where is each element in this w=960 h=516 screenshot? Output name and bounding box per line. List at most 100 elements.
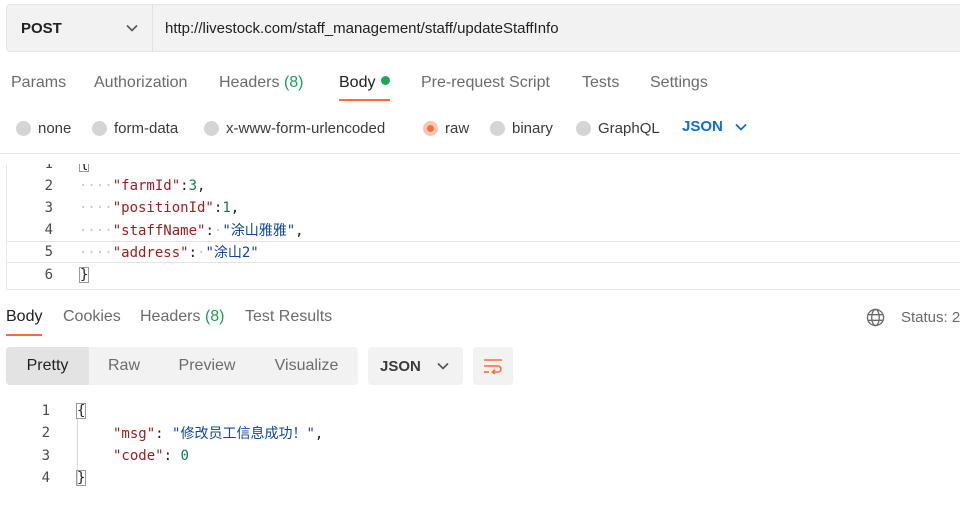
tab-pre-request-script[interactable]: Pre-request Script [421, 74, 550, 92]
tab-label: Params [11, 74, 67, 91]
line-number: 3 [44, 200, 53, 216]
code-text: "code": 0 [113, 448, 189, 464]
code-text: ····"farmId":3, [79, 178, 206, 194]
response-body-viewer[interactable]: 1 { 2 "msg": "修改员工信息成功！", 3 "code": 0 4 … [0, 398, 960, 516]
json-value: "涂山2" [205, 245, 259, 261]
tab-tests[interactable]: Tests [582, 74, 619, 92]
line-number: 5 [44, 244, 53, 260]
json-value: 3 [188, 178, 198, 194]
code-text: { [79, 164, 90, 172]
tab-label: Pre-request Script [421, 74, 550, 91]
body-type-radios: none form-data x-www-form-urlencoded raw… [0, 116, 960, 142]
radio-label: form-data [114, 120, 179, 137]
response-language-select[interactable]: JSON [368, 347, 463, 385]
resp-tab-test-results[interactable]: Test Results [245, 308, 332, 326]
line-number: 1 [41, 403, 50, 419]
tab-label: Authorization [94, 74, 188, 91]
radio-circle [204, 121, 219, 136]
radio-x-www-form-urlencoded[interactable]: x-www-form-urlencoded [204, 120, 385, 137]
radio-label: GraphQL [598, 120, 660, 137]
url-input[interactable]: http://livestock.com/staff_management/st… [153, 20, 559, 37]
radio-circle-selected [423, 121, 438, 136]
method-select[interactable]: POST [7, 5, 153, 51]
line-number: 2 [44, 178, 53, 194]
response-tabs: Body Cookies Headers (8) Test Results St… [0, 300, 960, 340]
code-text: { [76, 403, 87, 419]
chevron-down-icon [126, 24, 138, 32]
body-language-select[interactable]: JSON [682, 118, 747, 135]
tab-label: Body [6, 308, 43, 325]
open-brace: { [76, 403, 87, 419]
view-preview-button[interactable]: Preview [159, 347, 255, 385]
request-body-editor[interactable]: 1 { 2 ····"farmId":3, 3 ····"positionId"… [6, 164, 960, 290]
tab-label: Cookies [63, 308, 121, 325]
close-brace: } [79, 267, 90, 283]
tab-label: Test Results [245, 308, 333, 325]
json-key: "positionId" [112, 200, 214, 216]
code-line: 1 { [7, 164, 960, 175]
line-number: 4 [41, 470, 50, 486]
radio-circle [490, 121, 505, 136]
status-text: Status: 2 [901, 309, 960, 326]
radio-circle [16, 121, 31, 136]
view-pretty-button[interactable]: Pretty [6, 347, 89, 385]
code-text: ····"positionId":1, [79, 200, 240, 216]
code-text: ····"address":·"涂山2" [79, 245, 259, 261]
headers-count: (8) [204, 308, 225, 325]
tab-body[interactable]: Body [339, 74, 391, 101]
radio-circle [576, 121, 591, 136]
radio-label: x-www-form-urlencoded [226, 120, 386, 137]
tab-label: Settings [650, 74, 708, 91]
radio-graphql[interactable]: GraphQL [576, 120, 660, 137]
body-indicator-dot [381, 76, 391, 85]
radio-binary[interactable]: binary [490, 120, 553, 137]
tab-authorization[interactable]: Authorization [94, 74, 187, 92]
line-number: 1 [44, 164, 53, 172]
radio-none[interactable]: none [16, 120, 71, 137]
radio-label: binary [512, 120, 553, 137]
view-raw-button[interactable]: Raw [89, 347, 159, 385]
json-key: "farmId" [112, 178, 181, 194]
resp-tab-body[interactable]: Body [6, 308, 43, 336]
tab-label: Headers [219, 74, 280, 91]
line-number: 2 [41, 425, 50, 441]
response-status: Status: 2 [866, 308, 960, 327]
resp-tab-headers[interactable]: Headers (8) [140, 308, 225, 326]
json-key: "msg" [113, 426, 156, 442]
view-visualize-button[interactable]: Visualize [255, 347, 358, 385]
tab-label: Headers [140, 308, 201, 325]
tab-headers[interactable]: Headers (8) [219, 74, 304, 92]
wrap-lines-icon [484, 359, 502, 374]
json-value: 1 [222, 200, 231, 216]
code-line: 1 { [0, 400, 960, 422]
code-line: 3 "code": 0 [0, 445, 960, 467]
radio-label: raw [445, 120, 470, 137]
json-key: "address" [112, 245, 189, 261]
request-bar: POST http://livestock.com/staff_manageme… [6, 4, 960, 52]
json-value: "修改员工信息成功！" [172, 426, 315, 442]
radio-raw[interactable]: raw [423, 120, 469, 137]
line-number: 4 [44, 222, 53, 238]
json-key: "staffName" [112, 223, 206, 239]
json-key: "code" [113, 448, 164, 464]
tab-label: Body [339, 74, 376, 91]
code-line: 4 } [0, 467, 960, 489]
body-language-label: JSON [682, 118, 723, 135]
method-label: POST [21, 19, 62, 37]
code-line: 2 "msg": "修改员工信息成功！", [0, 422, 960, 444]
code-line: 2 ····"farmId":3, [7, 175, 960, 197]
chevron-down-icon [437, 362, 449, 370]
line-number: 6 [44, 267, 53, 283]
globe-icon[interactable] [866, 308, 885, 327]
resp-tab-cookies[interactable]: Cookies [63, 308, 121, 326]
view-mode-group: Pretty Raw Preview Visualize [6, 347, 358, 385]
close-brace: } [76, 470, 87, 486]
tab-settings[interactable]: Settings [650, 74, 708, 92]
editor-divider [0, 153, 960, 154]
response-language-label: JSON [380, 357, 421, 375]
code-text: ····"staffName":·"涂山雅雅", [79, 223, 304, 239]
radio-label: none [38, 120, 72, 137]
tab-params[interactable]: Params [11, 74, 66, 92]
radio-form-data[interactable]: form-data [92, 120, 178, 137]
wrap-lines-button[interactable] [473, 347, 513, 385]
